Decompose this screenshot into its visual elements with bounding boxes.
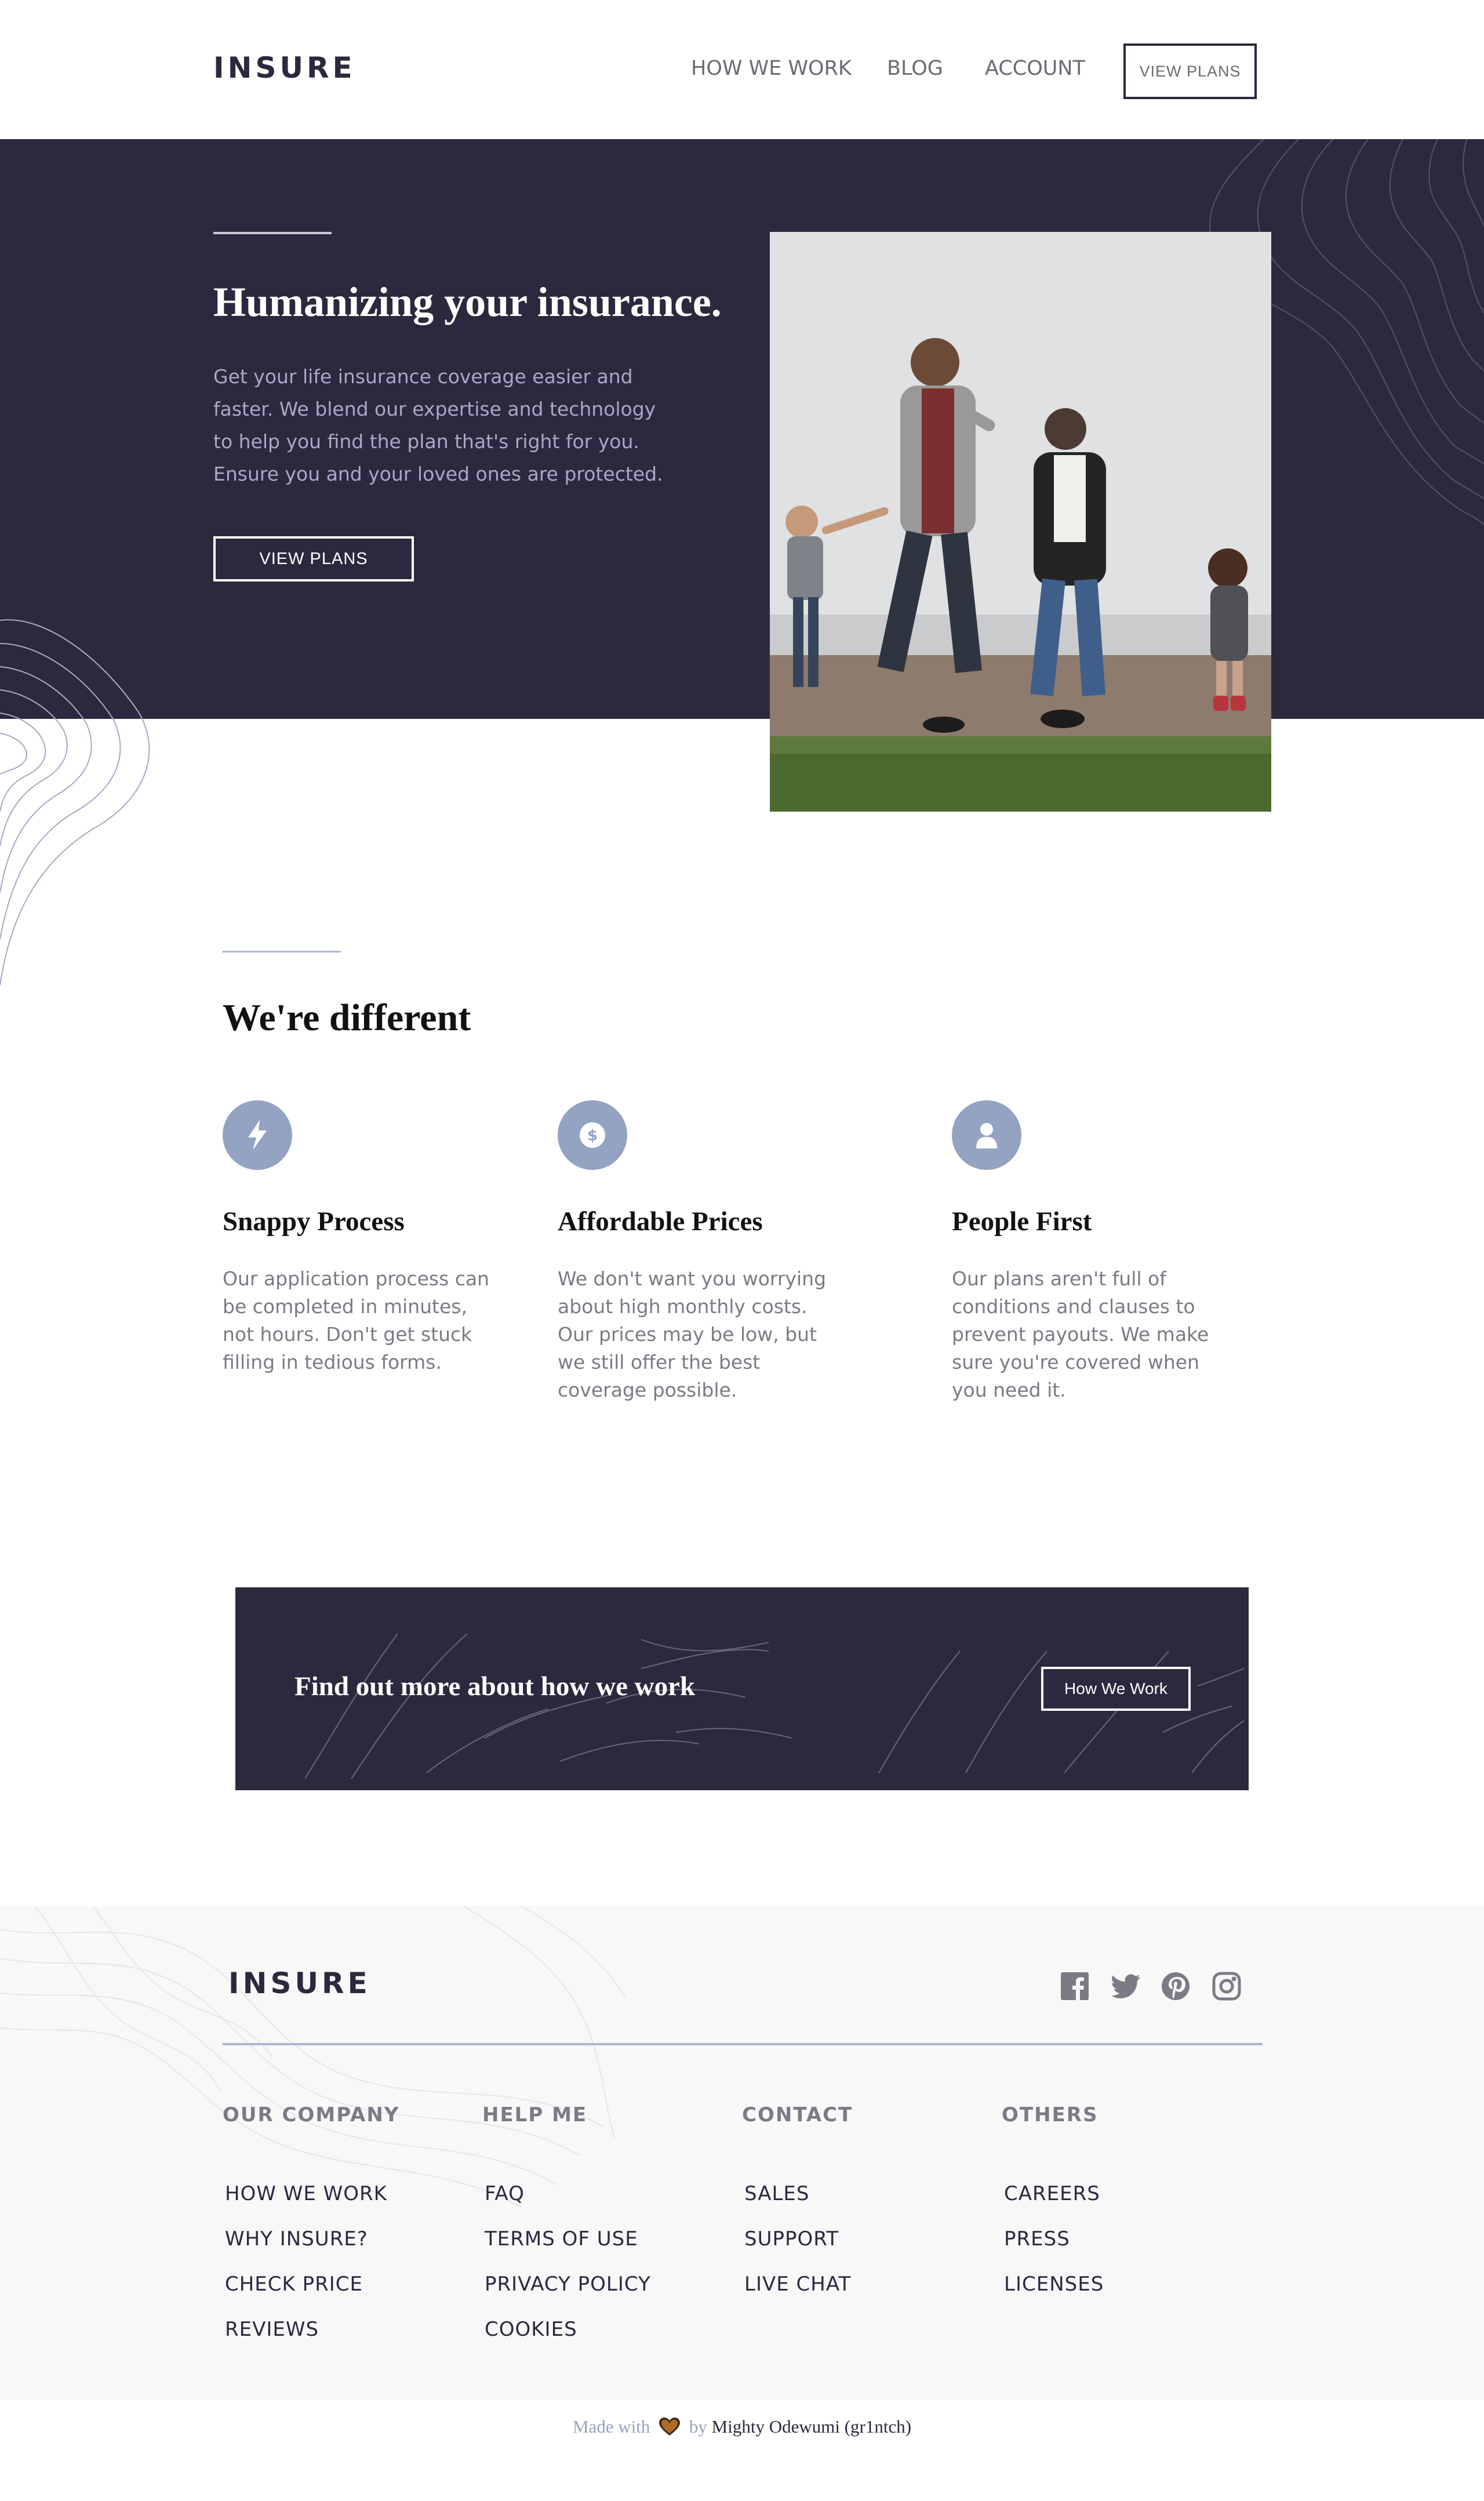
made-with-text: Made with [572, 2416, 650, 2437]
feature-affordable-prices: $ Affordable Prices We don't want you wo… [558, 1100, 848, 1404]
footer-link[interactable]: CHECK PRICE [225, 2262, 466, 2307]
hero-description: Get your life insurance coverage easier … [213, 365, 663, 485]
hero-family-photo [770, 232, 1271, 812]
contour-pattern-left [0, 619, 150, 986]
different-title: We're different [223, 997, 471, 1039]
site-header: INSURE HOW WE WORK BLOG ACCOUNT VIEW PLA… [0, 0, 1484, 139]
different-divider [223, 951, 341, 953]
attribution: Made with by Mighty Odewumi (gr1ntch) [0, 2416, 1484, 2441]
feature-people-first: People First Our plans aren't full of co… [952, 1100, 1242, 1404]
author-link[interactable]: Mighty Odewumi (gr1ntch) [712, 2416, 911, 2437]
feature-snappy-process: Snappy Process Our application process c… [223, 1100, 512, 1376]
footer-column-contact: CONTACT SALES SUPPORT LIVE CHAT [742, 2103, 985, 2307]
footer-column-title: HELP ME [482, 2103, 588, 2126]
nav-how-we-work[interactable]: HOW WE WORK [691, 57, 852, 80]
facebook-icon[interactable] [1059, 1970, 1091, 2002]
instagram-icon[interactable] [1210, 1970, 1243, 2002]
view-plans-hero-button[interactable]: VIEW PLANS [213, 536, 414, 581]
feature-title: People First [952, 1206, 1092, 1237]
footer-link[interactable]: TERMS OF USE [485, 2216, 726, 2262]
feature-title: Affordable Prices [558, 1206, 763, 1237]
person-icon [952, 1100, 1021, 1170]
how-we-work-banner: Find out more about how we work How We W… [235, 1587, 1249, 1790]
footer-link[interactable]: CAREERS [1004, 2171, 1245, 2216]
footer-link[interactable]: PRIVACY POLICY [485, 2262, 726, 2307]
footer-link[interactable]: PRESS [1004, 2216, 1245, 2262]
how-we-work-button[interactable]: How We Work [1041, 1667, 1191, 1711]
feature-text: Our plans aren't full of conditions and … [952, 1267, 1209, 1401]
hero-divider [213, 232, 332, 234]
footer-column-title: OUR COMPANY [223, 2103, 400, 2126]
footer-link[interactable]: COOKIES [485, 2307, 726, 2352]
heart-icon [659, 2418, 681, 2441]
feature-title: Snappy Process [223, 1206, 405, 1237]
footer-divider [223, 2043, 1263, 2045]
nav-account[interactable]: ACCOUNT [985, 57, 1085, 80]
nav-blog[interactable]: BLOG [887, 57, 943, 80]
lightning-icon [223, 1100, 292, 1170]
footer-link[interactable]: LIVE CHAT [744, 2262, 985, 2307]
dollar-icon: $ [558, 1100, 627, 1170]
footer-column-title: CONTACT [742, 2103, 853, 2126]
footer-link[interactable]: HOW WE WORK [225, 2171, 466, 2216]
site-logo[interactable]: INSURE [213, 51, 356, 85]
footer-column-title: OTHERS [1002, 2103, 1099, 2126]
view-plans-nav-button[interactable]: VIEW PLANS [1123, 43, 1257, 99]
footer-link[interactable]: LICENSES [1004, 2262, 1245, 2307]
footer-column-our-company: OUR COMPANY HOW WE WORK WHY INSURE? CHEC… [223, 2103, 466, 2352]
feature-text: We don't want you worrying about high mo… [558, 1267, 827, 1401]
pinterest-icon[interactable] [1159, 1970, 1192, 2002]
footer-logo[interactable]: INSURE [228, 1966, 371, 2000]
site-footer: INSURE OUR COMPANY HOW WE WORK WHY INSUR… [0, 1906, 1484, 2400]
feature-text: Our application process can be completed… [223, 1267, 490, 1373]
twitter-icon[interactable] [1110, 1970, 1142, 2002]
svg-text:$: $ [587, 1127, 598, 1144]
footer-link[interactable]: SUPPORT [744, 2216, 985, 2262]
footer-link[interactable]: SALES [744, 2171, 985, 2216]
footer-link[interactable]: REVIEWS [225, 2307, 466, 2352]
by-text: by [689, 2416, 707, 2437]
footer-column-help-me: HELP ME FAQ TERMS OF USE PRIVACY POLICY … [482, 2103, 726, 2352]
footer-column-others: OTHERS CAREERS PRESS LICENSES [1002, 2103, 1245, 2307]
footer-link[interactable]: WHY INSURE? [225, 2216, 466, 2262]
hero-title: Humanizing your insurance. [213, 279, 722, 325]
footer-link[interactable]: FAQ [485, 2171, 726, 2216]
cta-text: Find out more about how we work [294, 1671, 696, 1702]
